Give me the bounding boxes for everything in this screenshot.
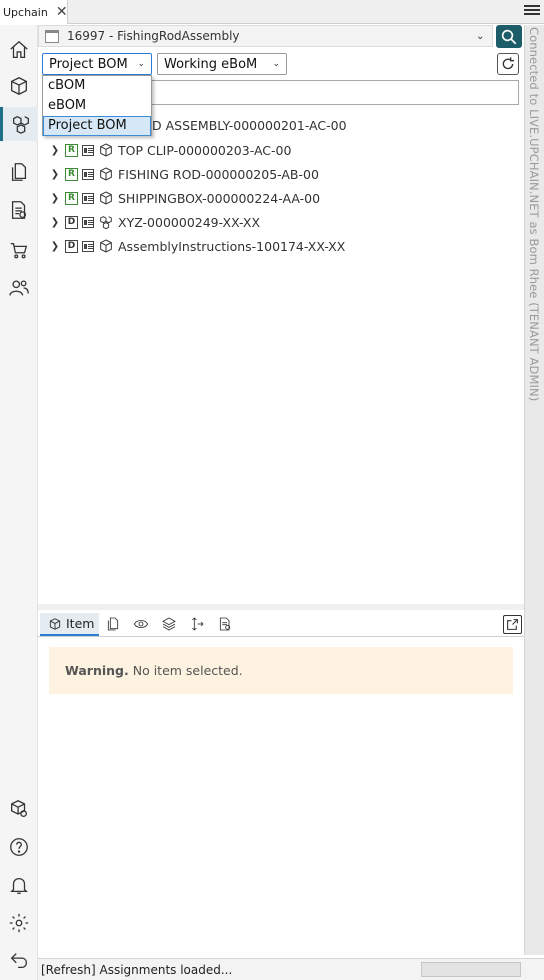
warning-title: Warning. xyxy=(65,663,129,678)
part-cube-icon xyxy=(100,191,112,205)
connection-status-text: Connected to LIVE.UPCHAIN.NET as Bom Rhe… xyxy=(527,27,541,402)
status-progress-bar xyxy=(421,962,521,977)
project-name: 16997 - FishingRodAssembly xyxy=(67,29,240,43)
sidebar xyxy=(0,25,38,980)
status-badge: D xyxy=(65,215,78,229)
logout-back-icon[interactable] xyxy=(0,943,38,977)
bom-structure-icon[interactable] xyxy=(0,107,38,141)
bom-view-value: Working eBoM xyxy=(164,56,258,72)
tree-item-label: XYZ-000000249-XX-XX xyxy=(118,214,261,230)
option-ebom[interactable]: eBOM xyxy=(43,96,151,116)
users-icon[interactable] xyxy=(0,271,38,305)
hamburger-menu-icon[interactable] xyxy=(524,3,540,19)
expand-icon xyxy=(507,619,518,630)
chevron-right-icon[interactable]: ❯ xyxy=(48,241,62,252)
details-card-icon xyxy=(82,168,94,180)
bom-type-dropdown: cBOM eBOM Project BOM xyxy=(42,75,152,136)
change-request-icon xyxy=(219,617,231,631)
tab-viewer[interactable] xyxy=(131,614,151,634)
connection-panel: Connected to LIVE.UPCHAIN.NET as Bom Rhe… xyxy=(524,25,544,955)
calendar-icon xyxy=(45,29,59,43)
chevron-down-icon: ⌄ xyxy=(272,59,280,69)
tab-item-label: Item xyxy=(66,616,95,631)
bom-view-select[interactable]: Working eBoM ⌄ xyxy=(157,53,287,75)
documents-icon xyxy=(107,617,119,631)
filter-input[interactable] xyxy=(152,80,519,105)
help-icon[interactable] xyxy=(0,830,38,864)
close-icon[interactable]: ✕ xyxy=(56,5,68,19)
tree-root-label[interactable]: D ASSEMBLY-000000201-AC-00 xyxy=(152,118,347,133)
tree-item-label: AssemblyInstructions-100174-XX-XX xyxy=(118,238,346,254)
details-card-icon xyxy=(82,144,94,156)
part-cube-icon xyxy=(100,143,112,157)
tree-item-label: TOP CLIP-000000203-AC-00 xyxy=(118,142,292,158)
notifications-bell-icon[interactable] xyxy=(0,868,38,902)
status-badge: R xyxy=(65,167,78,181)
app-tab[interactable]: Upchain ✕ xyxy=(0,0,68,24)
warning-text: No item selected. xyxy=(132,663,243,678)
tree-row[interactable]: ❯ D XYZ-000000249-XX-XX xyxy=(48,211,260,233)
refresh-button[interactable] xyxy=(497,53,519,75)
gear-icon[interactable] xyxy=(0,906,38,940)
chevron-down-icon[interactable]: ⌄ xyxy=(476,31,492,42)
bom-type-select[interactable]: Project BOM ⌄ xyxy=(42,53,152,75)
change-request-icon[interactable] xyxy=(0,193,38,227)
app-tab-label: Upchain xyxy=(3,5,48,19)
search-button[interactable] xyxy=(496,25,522,48)
bom-type-value: Project BOM xyxy=(49,56,128,72)
expand-panel-button[interactable] xyxy=(503,615,522,634)
option-project-bom[interactable]: Project BOM xyxy=(43,116,151,136)
status-badge: R xyxy=(65,143,78,157)
part-cube-icon xyxy=(100,167,112,181)
tree-row[interactable]: ❯ R FISHING ROD-000000205-AB-00 xyxy=(48,163,319,185)
title-bar xyxy=(0,0,544,24)
details-card-icon xyxy=(82,216,94,228)
search-icon xyxy=(501,29,517,44)
tree-row[interactable]: ❯ R SHIPPINGBOX-000000224-AA-00 xyxy=(48,187,320,209)
tab-changes[interactable] xyxy=(215,614,235,634)
panel-splitter[interactable] xyxy=(38,604,524,610)
layers-icon xyxy=(162,617,176,631)
tree-item-label: SHIPPINGBOX-000000224-AA-00 xyxy=(118,190,321,206)
home-icon[interactable] xyxy=(0,33,38,67)
cube-icon xyxy=(49,617,61,630)
status-badge: R xyxy=(65,191,78,205)
structure-arrows-icon xyxy=(192,617,204,631)
status-badge: D xyxy=(65,239,78,253)
details-card-icon xyxy=(82,240,94,252)
tree-item-label: FISHING ROD-000000205-AB-00 xyxy=(118,166,319,182)
settings-cube-icon[interactable] xyxy=(0,792,38,826)
warning-alert: Warning. No item selected. xyxy=(49,647,513,694)
tab-layers[interactable] xyxy=(159,614,179,634)
documents-icon[interactable] xyxy=(0,155,38,189)
details-card-icon xyxy=(82,192,94,204)
chevron-down-icon: ⌄ xyxy=(137,59,145,69)
tab-documents[interactable] xyxy=(103,614,123,634)
assembly-icon xyxy=(100,216,112,230)
project-selector[interactable]: 16997 - FishingRodAssembly ⌄ xyxy=(38,25,493,47)
option-cbom[interactable]: cBOM xyxy=(43,76,151,96)
tree-row[interactable]: ❯ R TOP CLIP-000000203-AC-00 xyxy=(48,139,292,161)
tab-item[interactable]: Item xyxy=(40,613,99,636)
chevron-right-icon[interactable]: ❯ xyxy=(48,145,62,156)
part-cube-icon xyxy=(100,239,112,253)
chevron-right-icon[interactable]: ❯ xyxy=(48,169,62,180)
tree-row[interactable]: ❯ D AssemblyInstructions-100174-XX-XX xyxy=(48,235,346,257)
parts-cube-icon[interactable] xyxy=(0,69,38,103)
refresh-icon xyxy=(502,57,514,70)
status-message: [Refresh] Assignments loaded... xyxy=(41,962,233,977)
eye-icon xyxy=(133,620,149,628)
tab-where-used[interactable] xyxy=(187,614,207,634)
purchasing-cart-icon[interactable] xyxy=(0,233,38,267)
chevron-right-icon[interactable]: ❯ xyxy=(48,193,62,204)
chevron-right-icon[interactable]: ❯ xyxy=(48,217,62,228)
